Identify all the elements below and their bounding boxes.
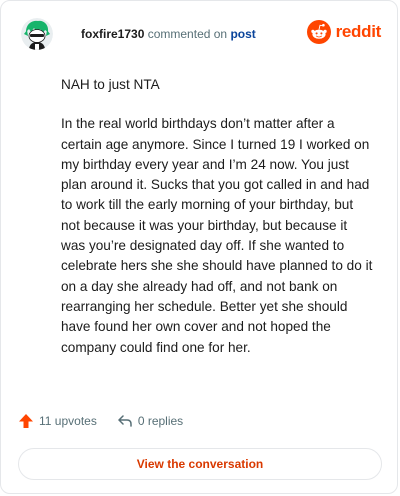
snoo-avatar-icon [21, 18, 53, 50]
view-conversation-button[interactable]: View the conversation [18, 448, 382, 480]
comment-paragraph: In the real world birthdays don’t matter… [61, 116, 373, 355]
comment-embed-card: foxfire1730 commented on post reddit NAH… [0, 0, 398, 494]
replies-button[interactable]: 0 replies [117, 413, 183, 429]
upvote-arrow-icon [19, 414, 33, 428]
reddit-wordmark: reddit [335, 22, 382, 41]
post-link[interactable]: post [230, 27, 255, 41]
reply-arrow-icon [118, 415, 132, 427]
reddit-alien-icon [306, 20, 331, 44]
reply-count: 0 replies [137, 414, 184, 428]
user-avatar[interactable] [21, 18, 53, 50]
comment-actions: 11 upvotes 0 replies [18, 413, 183, 429]
action-text: commented on [147, 27, 228, 41]
comment-meta: foxfire1730 commented on post [81, 27, 256, 41]
upvote-button[interactable]: 11 upvotes [18, 413, 97, 429]
reddit-logo[interactable]: reddit [306, 20, 382, 44]
comment-paragraph: NAH to just NTA [61, 77, 160, 92]
username-link[interactable]: foxfire1730 [81, 27, 144, 41]
comment-header: foxfire1730 commented on post [21, 16, 256, 52]
comment-body: NAH to just NTA In the real world birthd… [61, 75, 373, 358]
upvote-count: 11 upvotes [39, 414, 97, 428]
